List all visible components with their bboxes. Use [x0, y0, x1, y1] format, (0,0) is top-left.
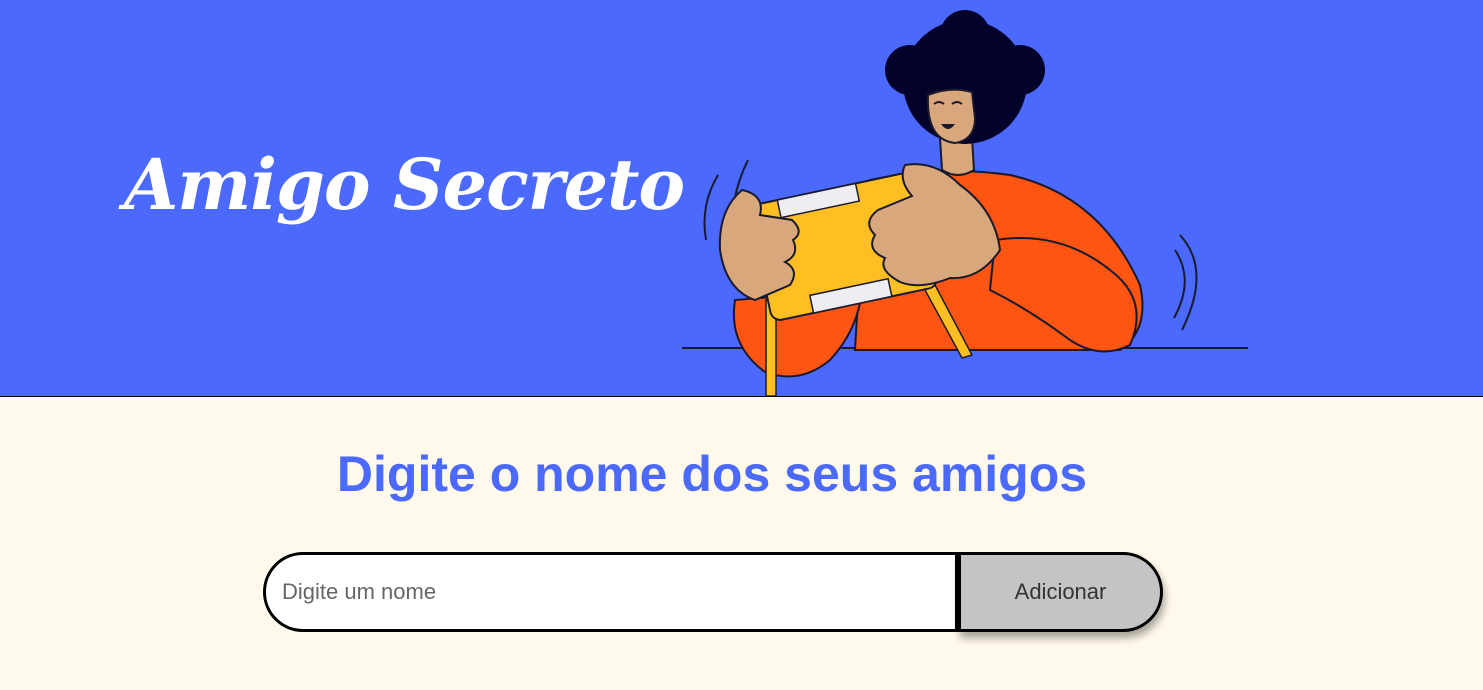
- add-friend-form: Adicionar: [263, 552, 1163, 632]
- main-section: Digite o nome dos seus amigos Adicionar: [0, 397, 1483, 690]
- page-header: Amigo Secreto: [0, 0, 1483, 397]
- person-with-gift-illustration: [682, 10, 1248, 396]
- page-title: Amigo Secreto: [124, 143, 685, 226]
- add-button[interactable]: Adicionar: [958, 552, 1163, 632]
- section-subtitle: Digite o nome dos seus amigos: [336, 446, 1088, 502]
- friend-name-input[interactable]: [263, 552, 958, 632]
